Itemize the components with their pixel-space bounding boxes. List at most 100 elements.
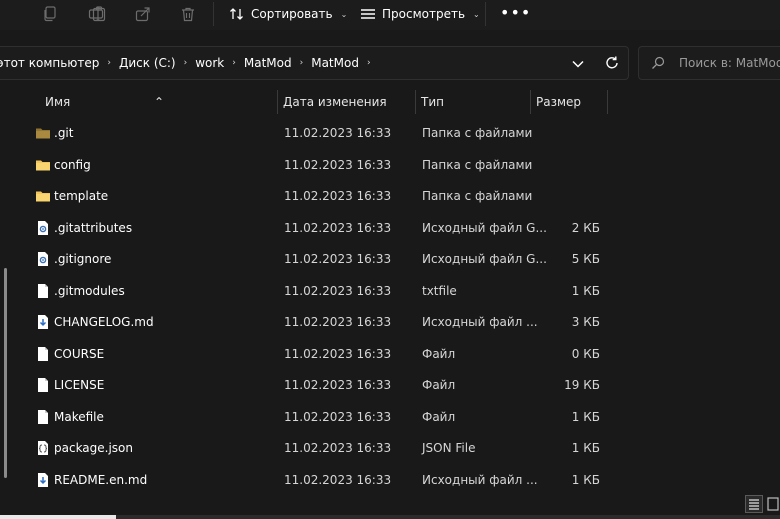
file-size: 1 КБ bbox=[571, 409, 600, 424]
toolbar-divider bbox=[485, 2, 486, 26]
file-date-modified: 11.02.2023 16:33 bbox=[284, 378, 392, 392]
file-type: Исходный файл ... bbox=[422, 315, 538, 329]
file-list: ⌃ Имя Дата изменения Тип Размер .git 11.0… bbox=[18, 88, 780, 493]
column-divider[interactable] bbox=[415, 90, 416, 114]
file-name: .gitattributes bbox=[54, 220, 133, 235]
file-size: 0 КБ bbox=[571, 346, 600, 361]
file-date-modified: 11.02.2023 16:33 bbox=[284, 409, 392, 424]
chevron-right-icon[interactable]: › bbox=[367, 58, 371, 68]
file-size: 5 КБ bbox=[571, 252, 600, 266]
file-row[interactable]: COURSE 11.02.2023 16:33 Файл 0 КБ bbox=[18, 339, 780, 370]
breadcrumb-matmod[interactable]: MatMod bbox=[244, 56, 292, 70]
rename-icon[interactable] bbox=[86, 4, 106, 24]
file-date-modified: 11.02.2023 16:33 bbox=[284, 252, 392, 266]
sort-icon bbox=[230, 8, 243, 20]
file-date-modified: 11.02.2023 16:33 bbox=[284, 472, 392, 487]
chevron-right-icon[interactable]: › bbox=[107, 58, 111, 68]
column-header-date[interactable]: Дата изменения bbox=[283, 95, 387, 109]
file-icon bbox=[35, 346, 51, 362]
file-date-modified: 11.02.2023 16:33 bbox=[284, 220, 392, 235]
details-view-button[interactable] bbox=[745, 495, 763, 513]
column-header-type[interactable]: Тип bbox=[421, 95, 444, 109]
column-header-name[interactable]: Имя bbox=[45, 95, 70, 109]
breadcrumb-work[interactable]: work bbox=[195, 56, 224, 70]
file-row[interactable]: .gitattributes 11.02.2023 16:33 Исходный ф… bbox=[18, 213, 780, 244]
file-size: 19 КБ bbox=[564, 378, 600, 392]
file-type: Файл bbox=[422, 409, 456, 424]
json-file-icon bbox=[35, 440, 51, 456]
share-icon[interactable] bbox=[133, 4, 153, 24]
file-size: 1 КБ bbox=[571, 283, 600, 298]
search-input[interactable]: Поиск в: MatMod bbox=[638, 46, 780, 80]
file-type: Папка с файлами bbox=[422, 126, 533, 140]
sort-button[interactable]: Сортировать ⌄ bbox=[229, 4, 347, 24]
refresh-icon[interactable] bbox=[604, 55, 620, 71]
file-row[interactable]: .git 11.02.2023 16:33 Папка с файлами bbox=[18, 118, 780, 149]
breadcrumb-disk-c[interactable]: Диск (C:) bbox=[119, 56, 176, 70]
file-row[interactable]: package.json 11.02.2023 16:33 JSON File 1 К… bbox=[18, 433, 780, 464]
breadcrumb: этот компьютер › Диск (C:) › work › MatM… bbox=[0, 56, 379, 70]
sort-ascending-icon: ⌃ bbox=[154, 95, 165, 109]
markdown-file-icon bbox=[35, 472, 51, 488]
file-date-modified: 11.02.2023 16:33 bbox=[284, 441, 392, 455]
file-date-modified: 11.02.2023 16:33 bbox=[284, 157, 392, 172]
delete-icon[interactable] bbox=[178, 4, 198, 24]
folder-dark-icon bbox=[35, 125, 51, 141]
settings-file-icon bbox=[35, 220, 51, 236]
more-options-button[interactable]: ••• bbox=[500, 5, 531, 21]
address-bar[interactable]: этот компьютер › Диск (C:) › work › MatM… bbox=[0, 46, 629, 80]
file-name: Makefile bbox=[54, 409, 104, 424]
chevron-right-icon[interactable]: › bbox=[232, 58, 236, 68]
file-icon bbox=[35, 283, 51, 299]
file-type: Файл bbox=[422, 378, 456, 392]
sort-label: Сортировать bbox=[251, 7, 333, 21]
file-row[interactable]: Makefile 11.02.2023 16:33 Файл 1 КБ bbox=[18, 402, 780, 433]
taskbar-edge bbox=[0, 515, 780, 519]
tiles-view-icon bbox=[767, 497, 779, 511]
breadcrumb-matmod-current[interactable]: MatMod bbox=[311, 56, 359, 70]
file-name: CHANGELOG.md bbox=[54, 315, 154, 329]
file-type: Исходный файл G... bbox=[422, 252, 547, 266]
toolbar-divider bbox=[213, 2, 214, 26]
column-header-size[interactable]: Размер bbox=[536, 95, 581, 109]
address-history-chevron-icon[interactable] bbox=[571, 59, 585, 69]
column-divider[interactable] bbox=[607, 90, 608, 114]
file-row[interactable]: .gitignore 11.02.2023 16:33 Исходный файл … bbox=[18, 244, 780, 275]
file-size: 2 КБ bbox=[571, 220, 600, 235]
file-size: 1 КБ bbox=[571, 441, 600, 455]
chevron-down-icon: ⌄ bbox=[340, 9, 348, 19]
file-name: .git bbox=[54, 126, 74, 140]
view-button[interactable]: Просмотреть ⌄ bbox=[360, 4, 480, 24]
breadcrumb-this-pc[interactable]: этот компьютер bbox=[0, 56, 99, 70]
file-icon bbox=[35, 377, 51, 393]
command-bar: Сортировать ⌄ Просмотреть ⌄ ••• bbox=[0, 0, 780, 30]
file-row[interactable]: CHANGELOG.md 11.02.2023 16:33 Исходный фай… bbox=[18, 307, 780, 338]
chevron-right-icon[interactable]: › bbox=[184, 58, 188, 68]
file-name: config bbox=[54, 157, 91, 172]
file-row[interactable]: LICENSE 11.02.2023 16:33 Файл 19 КБ bbox=[18, 370, 780, 401]
file-row[interactable]: config 11.02.2023 16:33 Папка с файлами bbox=[18, 150, 780, 181]
vertical-scrollbar-thumb[interactable] bbox=[4, 268, 7, 478]
search-icon bbox=[652, 56, 665, 69]
chevron-right-icon[interactable]: › bbox=[300, 58, 304, 68]
file-name: LICENSE bbox=[54, 378, 105, 392]
file-row[interactable]: template 11.02.2023 16:33 Папка с файлами bbox=[18, 181, 780, 212]
details-view-icon bbox=[749, 499, 759, 510]
column-divider[interactable] bbox=[277, 90, 278, 114]
file-row[interactable]: README.en.md 11.02.2023 16:33 Исходный фай… bbox=[18, 465, 780, 496]
file-icon bbox=[35, 409, 51, 425]
file-size: 1 КБ bbox=[571, 472, 600, 487]
file-type: Папка с файлами bbox=[422, 189, 533, 203]
file-type: txtfile bbox=[422, 283, 457, 298]
file-type: Папка с файлами bbox=[422, 157, 533, 172]
file-date-modified: 11.02.2023 16:33 bbox=[284, 189, 392, 203]
tiles-view-button[interactable] bbox=[766, 495, 780, 513]
file-date-modified: 11.02.2023 16:33 bbox=[284, 283, 392, 298]
file-row[interactable]: .gitmodules 11.02.2023 16:33 txtfile 1 КБ bbox=[18, 276, 780, 307]
view-label: Просмотреть bbox=[382, 7, 466, 21]
folder-icon bbox=[35, 188, 51, 204]
chevron-down-icon: ⌄ bbox=[473, 9, 480, 19]
file-size: 3 КБ bbox=[571, 315, 600, 329]
column-divider[interactable] bbox=[530, 90, 531, 114]
copy-icon[interactable] bbox=[40, 4, 60, 24]
